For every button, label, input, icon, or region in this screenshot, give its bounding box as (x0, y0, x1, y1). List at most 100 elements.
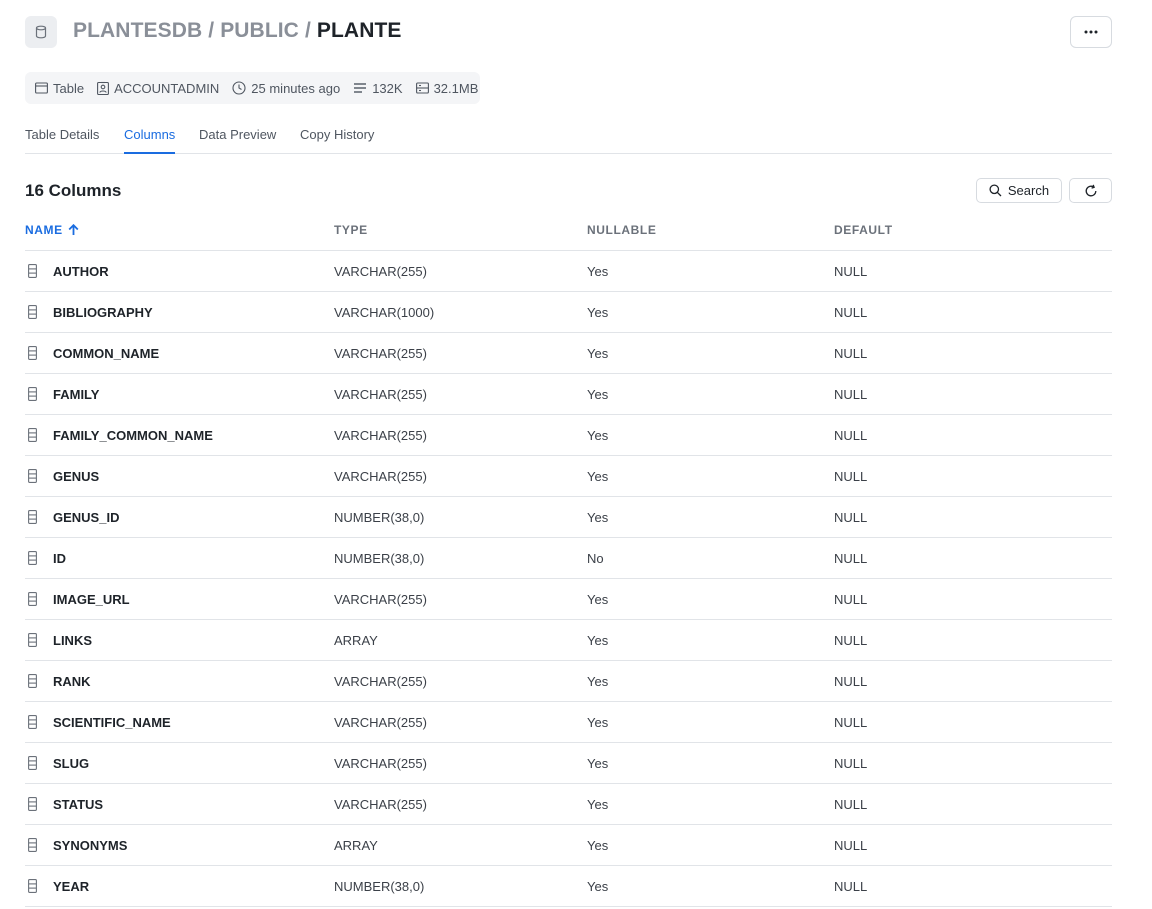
breadcrumb-schema[interactable]: PUBLIC (220, 19, 299, 42)
cell-column-default: NULL (834, 879, 868, 894)
column-header-default[interactable]: DEFAULT (834, 223, 893, 237)
cell-column-nullable: Yes (587, 756, 609, 771)
table-row[interactable]: AUTHOR VARCHAR(255) Yes NULL (25, 251, 1112, 292)
cell-column-type: NUMBER(38,0) (334, 879, 425, 894)
cell-column-type: VARCHAR(255) (334, 428, 427, 443)
cell-column-name: BIBLIOGRAPHY (53, 305, 153, 320)
cell-column-default: NULL (834, 346, 868, 361)
column-icon (28, 346, 37, 363)
role-badge-icon (97, 81, 110, 95)
table-row[interactable]: GENUS VARCHAR(255) Yes NULL (25, 456, 1112, 497)
column-icon (28, 756, 37, 773)
cell-column-default: NULL (834, 387, 868, 402)
cell-column-type: VARCHAR(255) (334, 674, 427, 689)
cell-column-nullable: No (587, 551, 604, 566)
more-options-button[interactable] (1070, 16, 1112, 48)
arrow-up-icon (68, 224, 79, 235)
column-header-name[interactable]: NAME (25, 223, 79, 237)
column-icon (28, 797, 37, 814)
rows-icon (354, 83, 367, 93)
cell-column-type: VARCHAR(255) (334, 592, 427, 607)
cell-column-default: NULL (834, 797, 868, 812)
cell-column-type: VARCHAR(1000) (334, 305, 435, 320)
table-row[interactable]: LINKS ARRAY Yes NULL (25, 620, 1112, 661)
database-icon (25, 16, 57, 48)
table-row[interactable]: SYNONYMS ARRAY Yes NULL (25, 825, 1112, 866)
cell-column-type: VARCHAR(255) (334, 756, 427, 771)
column-header-name-label: NAME (25, 223, 63, 237)
meta-owner: ACCOUNTADMIN (97, 81, 219, 96)
column-icon (28, 633, 37, 650)
search-button[interactable]: Search (976, 178, 1062, 203)
clock-icon (232, 81, 246, 95)
table-row[interactable]: SCIENTIFIC_NAME VARCHAR(255) Yes NULL (25, 702, 1112, 743)
table-row[interactable]: IMAGE_URL VARCHAR(255) Yes NULL (25, 579, 1112, 620)
table-row[interactable]: ID NUMBER(38,0) No NULL (25, 538, 1112, 579)
cell-column-type: VARCHAR(255) (334, 264, 427, 279)
cell-column-name: COMMON_NAME (53, 346, 160, 361)
column-icon (28, 510, 37, 527)
cell-column-nullable: Yes (587, 469, 609, 484)
column-icon (28, 674, 37, 691)
more-horizontal-icon (1084, 30, 1098, 34)
meta-size: 32.1MB (415, 81, 478, 96)
columns-table: AUTHOR VARCHAR(255) Yes NULL BIBLIOGRAPHY VAR… (25, 251, 1112, 907)
table-row[interactable]: COMMON_NAME VARCHAR(255) Yes NULL (25, 333, 1112, 374)
tab-table-details[interactable]: Table Details (25, 118, 99, 154)
cell-column-name: STATUS (53, 797, 104, 812)
tab-data-preview[interactable]: Data Preview (199, 118, 276, 154)
column-header-nullable[interactable]: NULLABLE (587, 223, 656, 237)
column-icon (28, 838, 37, 855)
cell-column-name: SCIENTIFIC_NAME (53, 715, 171, 730)
table-row[interactable]: GENUS_ID NUMBER(38,0) Yes NULL (25, 497, 1112, 538)
cell-column-default: NULL (834, 305, 868, 320)
cell-column-default: NULL (834, 674, 868, 689)
search-icon (989, 184, 1002, 197)
cell-column-name: FAMILY (53, 387, 100, 402)
meta-rows: 132K (353, 80, 403, 96)
cell-column-name: IMAGE_URL (53, 592, 130, 607)
tab-columns[interactable]: Columns (124, 118, 176, 154)
storage-icon (415, 82, 429, 94)
cell-column-nullable: Yes (587, 305, 609, 320)
column-icon (28, 428, 37, 445)
cell-column-nullable: Yes (587, 592, 609, 607)
page-header: PLANTESDB / PUBLIC / PLANTE (25, 16, 1112, 50)
cell-column-default: NULL (834, 592, 868, 607)
cell-column-default: NULL (834, 264, 868, 279)
table-row[interactable]: YEAR NUMBER(38,0) Yes NULL (25, 866, 1112, 907)
cell-column-default: NULL (834, 756, 868, 771)
column-icon (28, 387, 37, 404)
cell-column-type: VARCHAR(255) (334, 387, 427, 402)
cell-column-name: FAMILY_COMMON_NAME (53, 428, 213, 443)
cell-column-type: VARCHAR(255) (334, 469, 427, 484)
meta-owner-label: ACCOUNTADMIN (114, 80, 220, 96)
meta-updated: 25 minutes ago (232, 81, 340, 96)
table-row[interactable]: STATUS VARCHAR(255) Yes NULL (25, 784, 1112, 825)
tab-copy-history[interactable]: Copy History (300, 118, 374, 154)
table-row[interactable]: BIBLIOGRAPHY VARCHAR(1000) Yes NULL (25, 292, 1112, 333)
column-icon (28, 592, 37, 609)
table-meta-bar: Table ACCOUNTADMIN 25 minutes ago 132K 3… (25, 72, 480, 104)
column-header-type[interactable]: TYPE (334, 223, 368, 237)
cell-column-nullable: Yes (587, 674, 609, 689)
cell-column-type: VARCHAR(255) (334, 797, 427, 812)
cell-column-type: VARCHAR(255) (334, 346, 427, 361)
cell-column-default: NULL (834, 510, 868, 525)
column-icon (28, 469, 37, 486)
table-row[interactable]: RANK VARCHAR(255) Yes NULL (25, 661, 1112, 702)
refresh-button[interactable] (1069, 178, 1112, 203)
cell-column-nullable: Yes (587, 510, 609, 525)
cell-column-nullable: Yes (587, 428, 609, 443)
table-row[interactable]: FAMILY_COMMON_NAME VARCHAR(255) Yes NULL (25, 415, 1112, 456)
cell-column-nullable: Yes (587, 879, 609, 894)
column-icon (28, 264, 37, 281)
cell-column-name: GENUS (53, 469, 100, 484)
cell-column-default: NULL (834, 428, 868, 443)
breadcrumb-database[interactable]: PLANTESDB (73, 19, 202, 42)
search-button-label: Search (1007, 183, 1050, 198)
cell-column-name: RANK (53, 674, 91, 689)
table-row[interactable]: SLUG VARCHAR(255) Yes NULL (25, 743, 1112, 784)
meta-rows-label: 132K (372, 80, 403, 96)
table-row[interactable]: FAMILY VARCHAR(255) Yes NULL (25, 374, 1112, 415)
